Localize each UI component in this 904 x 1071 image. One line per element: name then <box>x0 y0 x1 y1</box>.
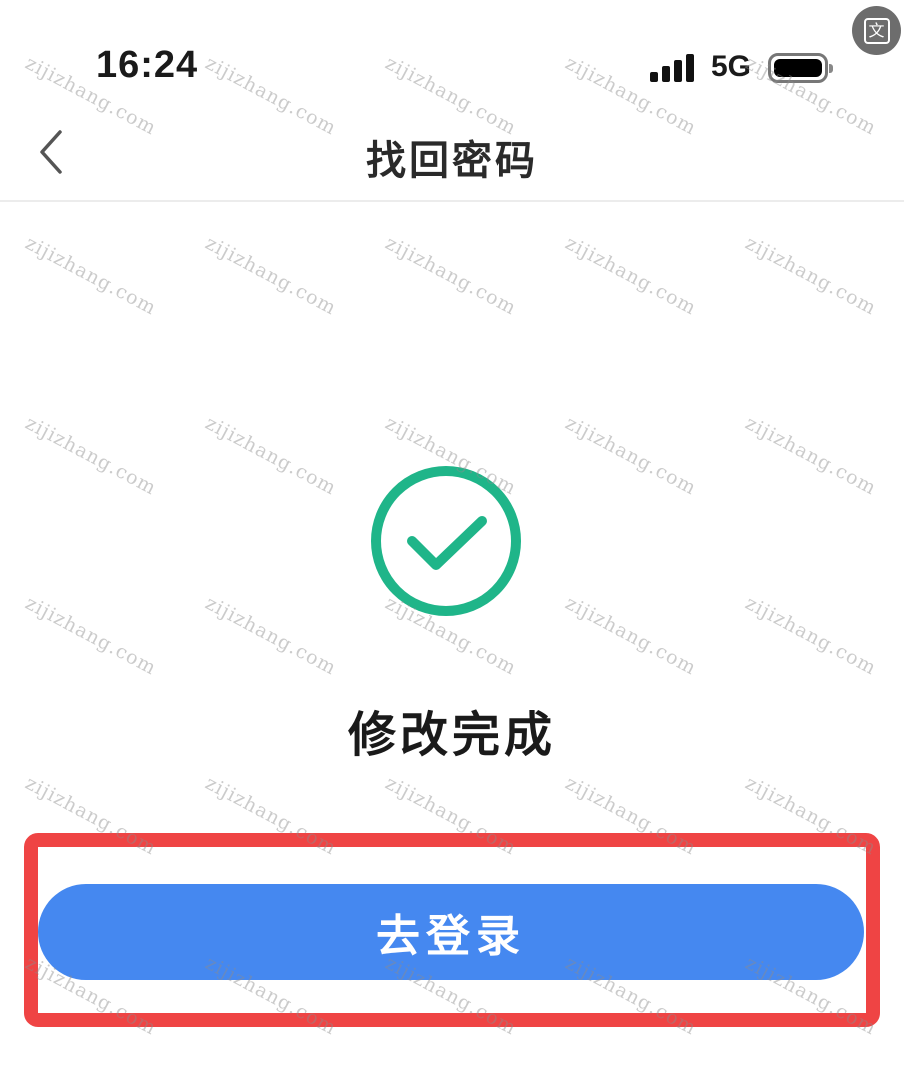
watermark-text: zijizhang.com <box>21 772 161 860</box>
status-time: 16:24 <box>96 44 199 86</box>
network-type: 5G <box>711 50 752 83</box>
watermark-text: zijizhang.com <box>201 232 341 320</box>
watermark-text: zijizhang.com <box>381 232 521 320</box>
watermark-text: zijizhang.com <box>21 232 161 320</box>
go-login-button[interactable]: 去登录 <box>38 884 864 980</box>
watermark-text: zijizhang.com <box>741 412 881 500</box>
watermark-text: zijizhang.com <box>561 772 701 860</box>
watermark-text: zijizhang.com <box>741 592 881 680</box>
watermark-text: zijizhang.com <box>201 592 341 680</box>
status-bar: 16:24 5G <box>0 0 904 110</box>
watermark-text: zijizhang.com <box>21 592 161 680</box>
watermark-text: zijizhang.com <box>741 232 881 320</box>
watermark-text: zijizhang.com <box>741 772 881 860</box>
translate-icon: 文 <box>863 17 890 44</box>
translate-button[interactable]: 文 <box>852 6 901 55</box>
cellular-signal-icon <box>650 54 696 82</box>
watermark-text: zijizhang.com <box>381 772 521 860</box>
success-message: 修改完成 <box>347 707 556 763</box>
watermark-text: zijizhang.com <box>561 412 701 500</box>
page-title: 找回密码 <box>366 138 538 184</box>
nav-bar: 找回密码 <box>0 110 904 202</box>
check-circle-icon <box>371 466 521 616</box>
watermark-text: zijizhang.com <box>561 232 701 320</box>
watermark-text: zijizhang.com <box>21 412 161 500</box>
watermark-text: zijizhang.com <box>561 592 701 680</box>
watermark-text: zijizhang.com <box>201 772 341 860</box>
battery-full-icon <box>768 53 833 83</box>
watermark-text: zijizhang.com <box>201 412 341 500</box>
